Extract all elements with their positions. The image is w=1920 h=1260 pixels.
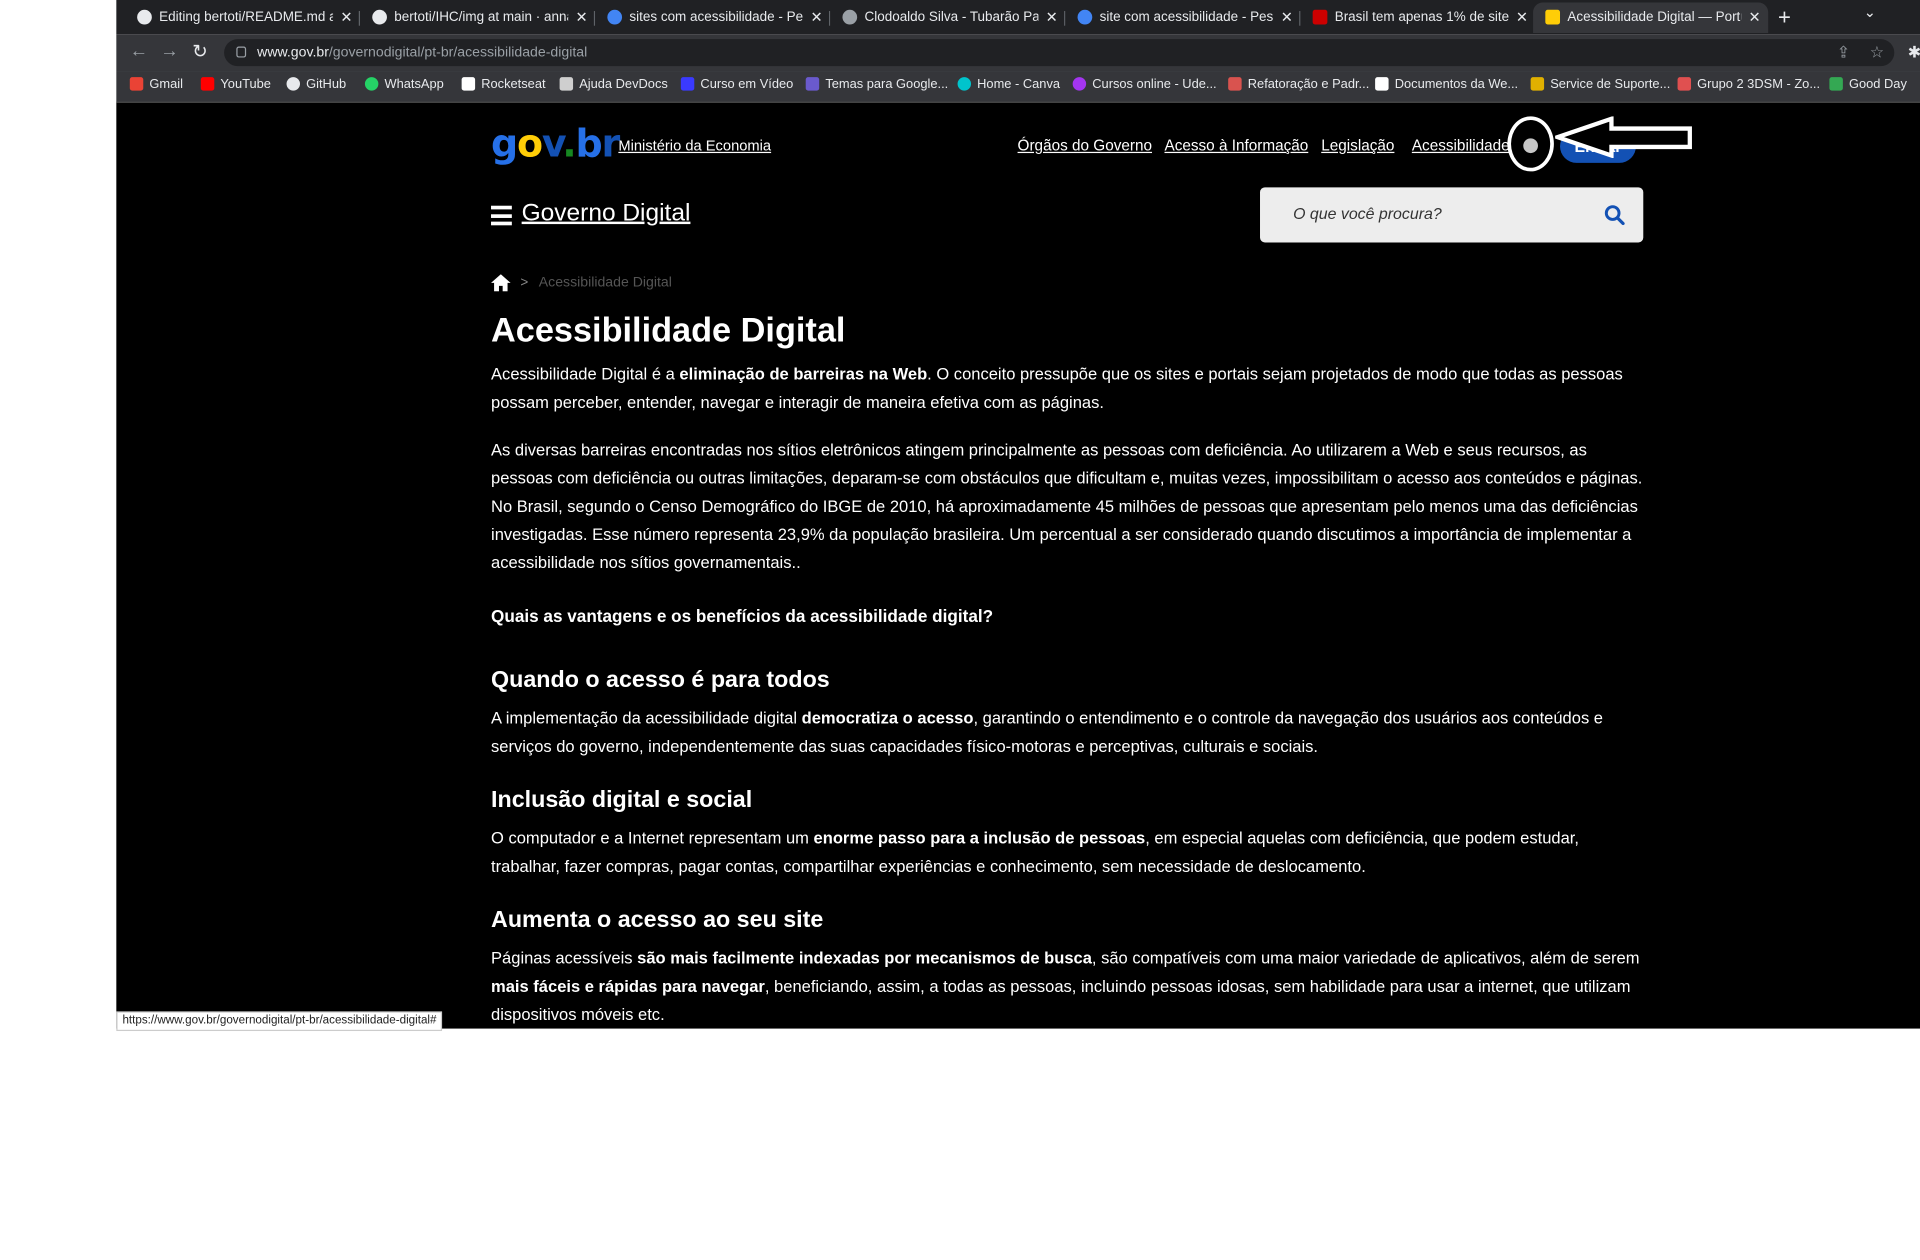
nav-orgaos-do-governo[interactable]: Órgãos do Governo <box>1018 137 1152 154</box>
close-tab-icon[interactable]: ✕ <box>1046 2 1058 33</box>
github-icon <box>286 77 301 91</box>
tab-search-chevron-icon[interactable]: ⌄ <box>1864 4 1876 21</box>
site-title-link[interactable]: Governo Digital <box>522 200 691 228</box>
bookmark-service-suporte[interactable]: Service de Suporte... <box>1530 76 1670 93</box>
bookmark-github[interactable]: GitHub <box>286 76 346 93</box>
google-icon <box>1077 9 1093 25</box>
hamburger-menu-icon[interactable] <box>491 205 512 226</box>
search-box[interactable]: O que você procura? <box>1260 187 1644 243</box>
canva-icon <box>957 77 972 91</box>
reload-icon[interactable]: ↻ <box>192 40 207 63</box>
govbr-logo[interactable]: gov.br <box>491 122 620 166</box>
search-placeholder: O que você procura? <box>1293 204 1442 223</box>
bookmark-curso-em-video[interactable]: Curso em Vídeo <box>680 76 793 93</box>
bookmark-whatsapp[interactable]: WhatsApp <box>364 76 444 93</box>
tab-3[interactable]: Clodoaldo Silva - Tubarão Paral ✕ <box>830 2 1066 33</box>
tab-5[interactable]: Brasil tem apenas 1% de sites co ✕ <box>1300 2 1535 33</box>
tab-2[interactable]: sites com acessibilidade - Pesqu ✕ <box>595 2 831 33</box>
close-tab-icon[interactable]: ✕ <box>1281 2 1293 33</box>
bookmark-good-day[interactable]: Good Day <box>1829 76 1907 93</box>
left-margin <box>0 0 117 1029</box>
lock-icon <box>236 46 247 58</box>
new-tab-button[interactable]: + <box>1778 5 1791 31</box>
intro-paragraph: Acessibilidade Digital é a eliminação de… <box>491 364 1623 412</box>
whatsapp-icon <box>364 77 379 91</box>
back-icon[interactable]: ← <box>130 40 148 61</box>
search-icon[interactable] <box>1604 204 1625 226</box>
curso-em-video-icon <box>680 77 695 91</box>
bookmark-refatoracao[interactable]: Refatoração e Padr... <box>1228 76 1369 93</box>
close-tab-icon[interactable]: ✕ <box>340 2 352 33</box>
bookmark-devdocs[interactable]: Ajuda DevDocs <box>559 76 668 93</box>
share-icon[interactable]: ⇪ <box>1837 43 1850 63</box>
section-heading-acesso: Quando o acesso é para todos <box>491 667 830 694</box>
govbr-icon <box>1545 9 1561 25</box>
page-title: Acessibilidade Digital <box>491 311 846 349</box>
section-text-site: Páginas acessíveis são mais facilmente i… <box>491 948 1640 1024</box>
close-tab-icon[interactable]: ✕ <box>811 2 823 33</box>
youtube-icon <box>200 77 215 91</box>
section-text-acesso: A implementação da acessibilidade digita… <box>491 708 1604 756</box>
extensions-icon[interactable]: ✱ <box>1908 43 1920 63</box>
globe-icon <box>842 9 858 25</box>
home-icon[interactable] <box>491 274 511 292</box>
close-tab-icon[interactable]: ✕ <box>1516 2 1528 33</box>
section-heading-inclusao: Inclusão digital e social <box>491 787 753 814</box>
devdocs-icon <box>559 77 574 91</box>
bookmark-documentos-web[interactable]: Documentos da We... <box>1375 76 1518 93</box>
good-day-icon <box>1829 77 1843 91</box>
annotation-arrow-icon <box>1555 116 1692 158</box>
tab-6-active[interactable]: Acessibilidade Digital — Portug ✕ <box>1533 2 1769 34</box>
bookmark-youtube[interactable]: YouTube <box>200 76 271 93</box>
address-bar[interactable]: www.gov.br/governodigital/pt-br/acessibi… <box>224 39 1895 67</box>
cnn-icon <box>1312 9 1328 25</box>
gmail-icon <box>129 77 144 91</box>
tab-1[interactable]: bertoti/IHC/img at main · annak ✕ <box>360 2 596 33</box>
breadcrumb-separator: > <box>520 275 529 291</box>
github-icon <box>372 9 387 25</box>
service-icon <box>1530 77 1545 91</box>
bookmark-grupo-zoom[interactable]: Grupo 2 3DSM - Zo... <box>1677 76 1820 93</box>
temas-icon <box>805 77 820 91</box>
bookmark-rocketseat[interactable]: Rocketseat <box>461 76 546 93</box>
zoom-icon <box>1677 77 1692 91</box>
rocketseat-icon <box>461 77 476 91</box>
benefits-question: Quais as vantagens e os benefícios da ac… <box>491 606 994 626</box>
close-tab-icon[interactable]: ✕ <box>1749 2 1761 33</box>
ministry-link[interactable]: Ministério da Economia <box>618 137 771 154</box>
breadcrumb-current: Acessibilidade Digital <box>538 275 672 291</box>
google-icon <box>607 9 623 25</box>
annotation-circle <box>1507 116 1554 172</box>
status-bar-url: https://www.gov.br/governodigital/pt-br/… <box>116 1011 443 1032</box>
section-text-inclusao: O computador e a Internet representam um… <box>491 828 1579 876</box>
nav-acesso-a-informacao[interactable]: Acesso à Informação <box>1164 137 1308 154</box>
bookmark-star-icon[interactable]: ☆ <box>1870 43 1884 63</box>
nav-legislacao[interactable]: Legislação <box>1321 137 1394 154</box>
bookmark-gmail[interactable]: Gmail <box>129 76 183 93</box>
forward-icon[interactable]: → <box>160 40 178 61</box>
section-heading-site: Aumenta o acesso ao seu site <box>491 907 824 934</box>
refatoracao-icon <box>1228 77 1242 91</box>
bookmark-udemy[interactable]: Cursos online - Ude... <box>1072 76 1217 93</box>
close-tab-icon[interactable]: ✕ <box>575 2 587 33</box>
barriers-paragraph: As diversas barreiras encontradas nos sí… <box>491 440 1643 572</box>
github-icon <box>137 9 152 25</box>
tab-0[interactable]: Editing bertoti/README.md at m ✕ <box>125 2 361 33</box>
mdn-icon <box>1375 77 1389 91</box>
tab-4[interactable]: site com acessibilidade - Pesqu ✕ <box>1065 2 1301 33</box>
nav-acessibilidade[interactable]: Acessibilidade <box>1412 137 1510 154</box>
udemy-icon <box>1072 77 1087 91</box>
bookmark-temas-google[interactable]: Temas para Google... <box>805 76 948 93</box>
bookmark-canva[interactable]: Home - Canva <box>957 76 1060 93</box>
